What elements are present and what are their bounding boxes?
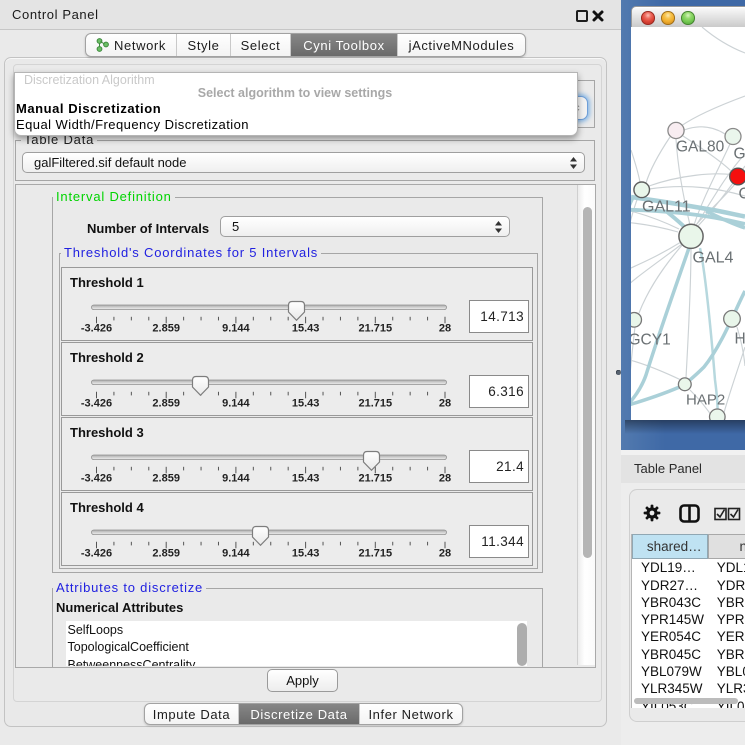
- svg-text:GCY1: GCY1: [631, 332, 671, 349]
- svg-text:9.144: 9.144: [222, 473, 250, 485]
- svg-text:H: H: [735, 331, 745, 348]
- svg-text:9.144: 9.144: [222, 323, 250, 335]
- svg-text:15.43: 15.43: [292, 323, 320, 335]
- svg-text:9.144: 9.144: [222, 398, 250, 410]
- svg-text:21.715: 21.715: [358, 473, 392, 485]
- svg-text:GAL80: GAL80: [676, 139, 725, 156]
- svg-text:-3.426: -3.426: [81, 548, 112, 560]
- svg-text:21.715: 21.715: [358, 548, 392, 560]
- svg-text:-3.426: -3.426: [81, 473, 112, 485]
- svg-text:28: 28: [439, 323, 451, 335]
- svg-text:15.43: 15.43: [292, 473, 320, 485]
- svg-text:HAP2: HAP2: [686, 392, 725, 409]
- svg-text:21.715: 21.715: [358, 398, 392, 410]
- svg-text:28: 28: [439, 398, 451, 410]
- svg-text:GAL11: GAL11: [642, 199, 691, 216]
- svg-text:2.859: 2.859: [152, 548, 180, 560]
- svg-text:15.43: 15.43: [292, 398, 320, 410]
- svg-text:-3.426: -3.426: [81, 323, 112, 335]
- svg-text:GAL4: GAL4: [693, 250, 734, 267]
- svg-text:2.859: 2.859: [152, 473, 180, 485]
- svg-text:28: 28: [439, 548, 451, 560]
- svg-text:28: 28: [439, 473, 451, 485]
- svg-text:-3.426: -3.426: [81, 398, 112, 410]
- svg-text:2.859: 2.859: [152, 398, 180, 410]
- svg-text:9.144: 9.144: [222, 548, 250, 560]
- svg-text:G.: G.: [734, 146, 745, 163]
- svg-text:15.43: 15.43: [292, 548, 320, 560]
- svg-text:2.859: 2.859: [152, 323, 180, 335]
- svg-text:21.715: 21.715: [358, 323, 392, 335]
- svg-text:C: C: [739, 186, 745, 203]
